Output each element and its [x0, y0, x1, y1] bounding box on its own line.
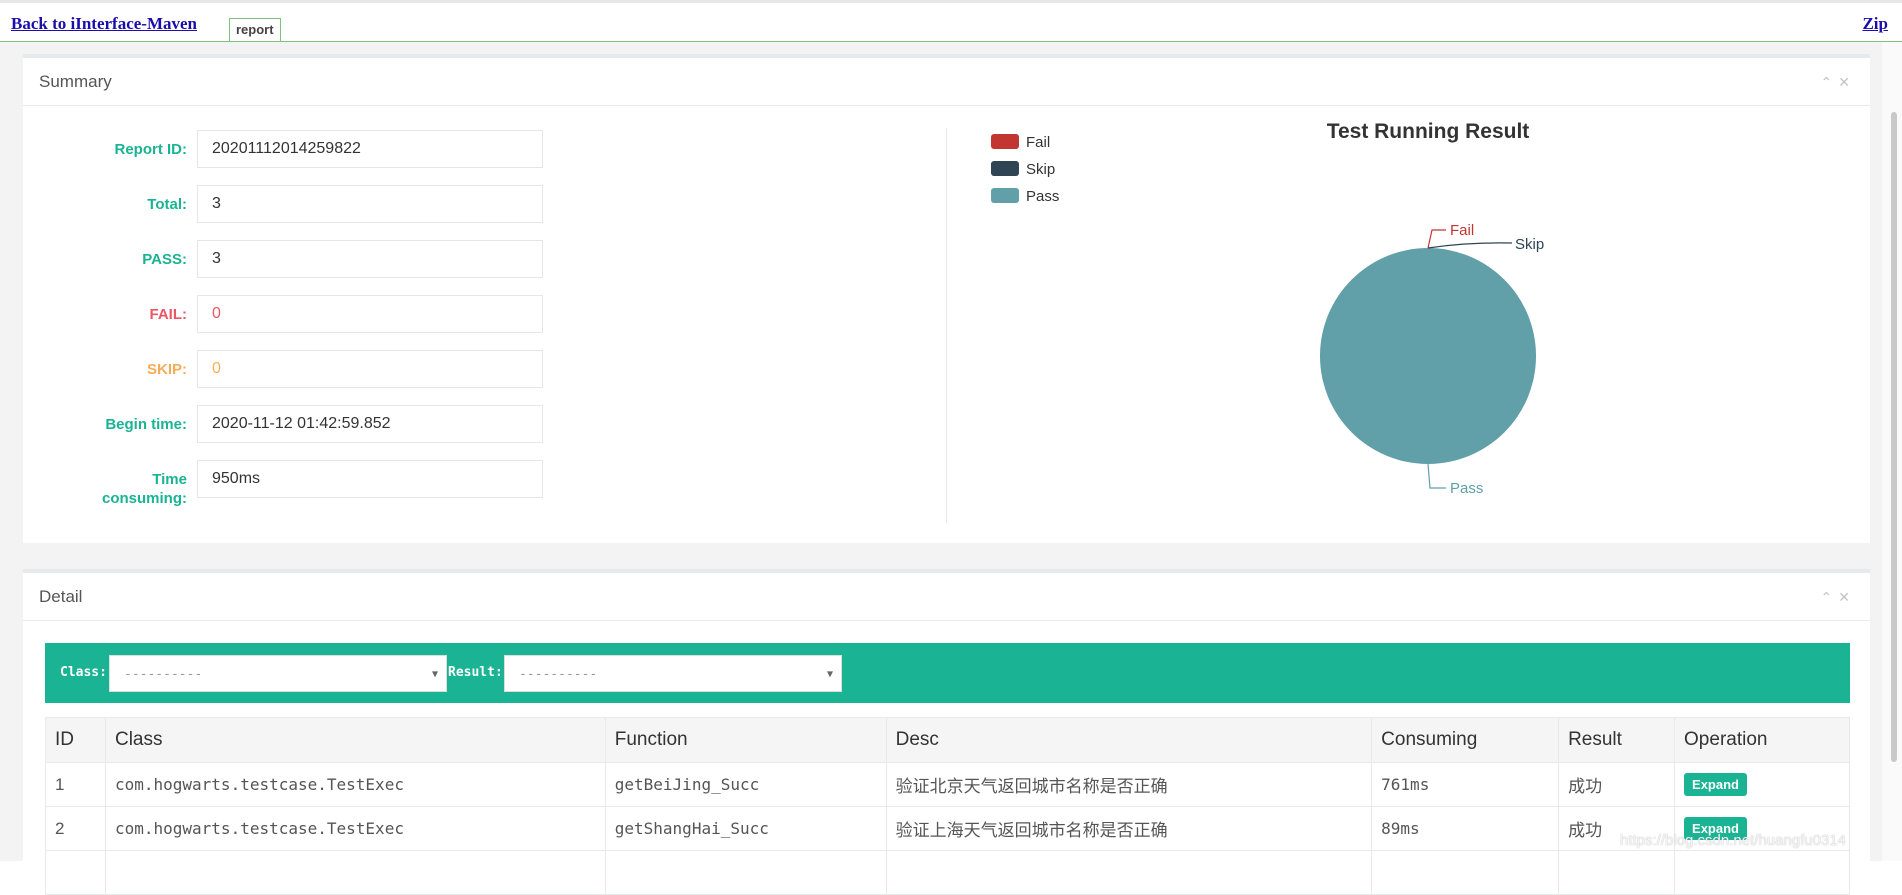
pie-chart-svg: Test Running Result Fail Skip Pass Fail Ski… [991, 120, 1544, 497]
legend-label-pass[interactable]: Pass [1026, 188, 1059, 205]
table-row: 2 com.hogwarts.testcase.TestExec getShan… [45, 806, 1850, 851]
callout-label-fail: Fail [1450, 222, 1474, 239]
cell-function: getShangHai_Succ [604, 806, 887, 851]
col-id[interactable]: ID [45, 717, 106, 763]
table-row [45, 850, 1850, 895]
caret-down-icon: ▼ [431, 669, 438, 680]
summary-divider [946, 128, 947, 523]
pass-label: PASS: [142, 251, 187, 268]
close-icon[interactable]: ✕ [1838, 74, 1856, 90]
result-chart: Test Running Result Fail Skip Pass Fail Ski… [963, 118, 1863, 538]
skip-value: 0 [197, 350, 543, 388]
col-consuming[interactable]: Consuming [1371, 717, 1560, 763]
cell-empty [1674, 850, 1850, 895]
callout-label-skip: Skip [1515, 236, 1544, 253]
class-filter-label: Class: [60, 665, 107, 680]
back-link[interactable]: Back to iInterface-Maven [11, 14, 197, 34]
field-total: Total: 3 [23, 185, 583, 225]
cell-id: 2 [45, 806, 106, 851]
report-id-label: Report ID: [114, 141, 188, 158]
callout-line-fail [1427, 229, 1446, 249]
result-select[interactable]: ---------- ▼ [504, 655, 842, 692]
filter-bar: Class: ---------- ▼ Result: ---------- ▼ [45, 643, 1850, 703]
tab-report[interactable]: report [229, 18, 281, 41]
expand-button[interactable]: Expand [1684, 773, 1747, 796]
class-select[interactable]: ---------- ▼ [109, 655, 447, 692]
field-pass: PASS: 3 [23, 240, 583, 280]
detail-table: ID Class Function Desc Consuming Result … [45, 717, 1850, 895]
class-select-value: ---------- [124, 667, 203, 682]
col-function[interactable]: Function [604, 717, 887, 763]
panel-tools: ⌃✕ [1821, 589, 1856, 606]
legend-swatch-fail[interactable] [991, 134, 1019, 149]
time-consuming-label: Time consuming: [102, 471, 187, 507]
cell-empty [1558, 850, 1676, 895]
cell-empty [604, 850, 887, 895]
total-value: 3 [197, 185, 543, 223]
cell-result: 成功 [1558, 762, 1676, 807]
result-select-value: ---------- [519, 667, 598, 682]
detail-header: Detail ⌃✕ [23, 573, 1870, 621]
pie-slice-pass[interactable] [1320, 248, 1536, 464]
begin-time-value: 2020-11-12 01:42:59.852 [197, 405, 543, 443]
summary-title: Summary [39, 72, 112, 91]
callout-line-pass [1427, 463, 1446, 489]
field-report-id: Report ID: 20201112014259822 [23, 130, 583, 170]
field-fail: FAIL: 0 [23, 295, 583, 335]
cell-empty [1371, 850, 1560, 895]
chevron-up-icon[interactable]: ⌃ [1821, 74, 1839, 90]
cell-class: com.hogwarts.testcase.TestExec [104, 806, 606, 851]
fail-value: 0 [197, 295, 543, 333]
cell-class: com.hogwarts.testcase.TestExec [104, 762, 606, 807]
zip-link[interactable]: Zip [1862, 14, 1888, 34]
pass-value: 3 [197, 240, 543, 278]
cell-consuming: 761ms [1371, 762, 1560, 807]
result-filter-label: Result: [448, 665, 503, 680]
legend-swatch-skip[interactable] [991, 161, 1019, 176]
callout-line-skip [1427, 242, 1513, 249]
table-header-row: ID Class Function Desc Consuming Result … [45, 717, 1850, 763]
legend-swatch-pass[interactable] [991, 188, 1019, 203]
watermark: https://blog.csdn.net/huangfu0314 [1619, 832, 1846, 849]
cell-empty [45, 850, 106, 895]
time-consuming-value: 950ms [197, 460, 543, 498]
cell-id: 1 [45, 762, 106, 807]
report-id-value: 20201112014259822 [197, 130, 543, 168]
chevron-up-icon[interactable]: ⌃ [1821, 589, 1839, 605]
summary-header: Summary ⌃✕ [23, 58, 1870, 106]
total-label: Total: [147, 196, 187, 213]
cell-desc: 验证上海天气返回城市名称是否正确 [885, 806, 1373, 851]
col-result[interactable]: Result [1558, 717, 1676, 763]
top-bar: Back to iInterface-Maven report Zip [0, 0, 1902, 42]
field-skip: SKIP: 0 [23, 350, 583, 390]
chart-slices [1320, 248, 1536, 464]
scrollbar-thumb[interactable] [1891, 112, 1897, 762]
skip-label: SKIP: [146, 361, 187, 378]
field-time-consuming: Time consuming: 950ms [23, 460, 583, 510]
field-begin-time: Begin time: 2020-11-12 01:42:59.852 [23, 405, 583, 445]
legend-label-fail[interactable]: Fail [1026, 134, 1050, 151]
col-desc[interactable]: Desc [885, 717, 1373, 763]
chart-title: Test Running Result [1327, 120, 1530, 143]
chart-legend: Fail Skip Pass [991, 134, 1059, 205]
caret-down-icon: ▼ [826, 669, 833, 680]
summary-panel: Summary ⌃✕ Report ID: 20201112014259822 … [23, 54, 1870, 543]
callout-label-pass: Pass [1450, 480, 1483, 497]
begin-time-label: Begin time: [105, 416, 187, 433]
cell-desc: 验证北京天气返回城市名称是否正确 [885, 762, 1373, 807]
cell-operation: Expand [1674, 762, 1850, 807]
cell-empty [885, 850, 1373, 895]
cell-empty [104, 850, 606, 895]
close-icon[interactable]: ✕ [1838, 589, 1856, 605]
fail-label: FAIL: [149, 306, 188, 323]
legend-label-skip[interactable]: Skip [1026, 161, 1055, 178]
col-operation[interactable]: Operation [1674, 717, 1850, 763]
detail-title: Detail [39, 587, 83, 606]
detail-panel: Detail ⌃✕ Class: ---------- ▼ Result: --… [23, 569, 1870, 895]
col-class[interactable]: Class [104, 717, 606, 763]
panel-tools: ⌃✕ [1821, 74, 1856, 91]
table-row: 1 com.hogwarts.testcase.TestExec getBeiJ… [45, 762, 1850, 807]
cell-consuming: 89ms [1371, 806, 1560, 851]
cell-function: getBeiJing_Succ [604, 762, 887, 807]
